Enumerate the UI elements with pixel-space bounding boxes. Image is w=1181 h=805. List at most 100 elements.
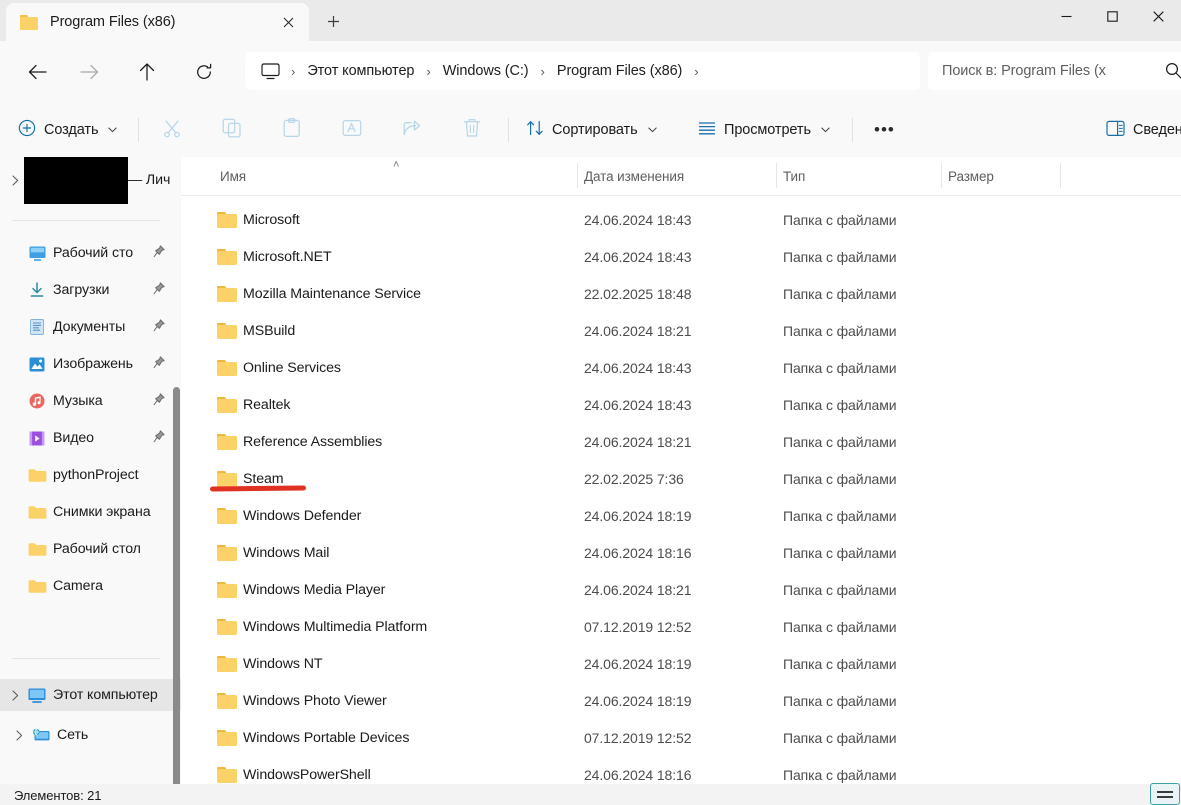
breadcrumb-separator-2[interactable]: ›: [532, 64, 554, 79]
details-view-toggle[interactable]: [1150, 783, 1180, 805]
breadcrumb-program-files-x86[interactable]: Program Files (x86): [554, 63, 685, 79]
column-divider-4[interactable]: [1060, 163, 1061, 188]
minimize-button[interactable]: [1043, 0, 1089, 32]
monitor-icon[interactable]: [261, 62, 280, 80]
cell-date: 24.06.2024 18:19: [584, 507, 692, 524]
sort-button[interactable]: Сортировать: [518, 114, 665, 146]
table-row[interactable]: Windows Media Player 24.06.2024 18:21 Па…: [181, 571, 1181, 608]
pin-icon[interactable]: [153, 245, 165, 263]
search-input[interactable]: Поиск в: Program Files (x: [942, 63, 1140, 79]
table-row[interactable]: Windows Multimedia Platform 07.12.2019 1…: [181, 608, 1181, 645]
browser-tab-program-files[interactable]: Program Files (x86): [6, 3, 309, 41]
cell-type: Папка с файлами: [783, 544, 897, 561]
table-row[interactable]: Mozilla Maintenance Service 22.02.2025 1…: [181, 275, 1181, 312]
cell-date: 24.06.2024 18:43: [584, 211, 692, 228]
cell-name: Microsoft.NET: [243, 248, 332, 265]
folder-icon: [217, 359, 237, 376]
table-row[interactable]: Windows Defender 24.06.2024 18:19 Папка …: [181, 497, 1181, 534]
sidebar-item-documents[interactable]: Документы: [4, 311, 174, 343]
cell-type: Папка с файлами: [783, 322, 897, 339]
chevron-down-icon[interactable]: [821, 125, 830, 135]
pin-icon[interactable]: [153, 319, 165, 337]
copy-button: [214, 114, 250, 146]
sidebar-item-this-pc[interactable]: Этот компьютер: [0, 679, 181, 711]
sidebar-item-downloads[interactable]: Загрузки: [4, 274, 174, 306]
chevron-down-icon[interactable]: [647, 125, 657, 135]
refresh-button[interactable]: [185, 53, 223, 91]
up-button[interactable]: [128, 53, 166, 91]
sidebar-item-camera[interactable]: Camera: [4, 570, 174, 602]
column-header-name[interactable]: Имя: [220, 157, 246, 195]
breadcrumb-separator-3[interactable]: ›: [685, 64, 707, 79]
search-box[interactable]: Поиск в: Program Files (x: [928, 52, 1181, 90]
folder-icon: [217, 470, 237, 487]
toolbar-separator-3: [852, 118, 853, 142]
cell-name: Steam: [243, 470, 284, 487]
sidebar-item-music[interactable]: Музыка: [4, 385, 174, 417]
column-header-type[interactable]: Тип: [783, 157, 805, 195]
more-options-button[interactable]: •••: [866, 114, 903, 146]
column-header-date[interactable]: Дата изменения: [584, 157, 684, 195]
breadcrumb-separator-1[interactable]: ›: [417, 64, 439, 79]
search-icon[interactable]: [1165, 62, 1181, 84]
folder-icon: [217, 396, 237, 413]
view-list-icon: [698, 119, 716, 141]
chevron-right-icon[interactable]: [8, 729, 30, 741]
pin-icon[interactable]: [153, 356, 165, 374]
pin-icon[interactable]: [153, 282, 165, 300]
table-row[interactable]: Realtek 24.06.2024 18:43 Папка с файлами: [181, 386, 1181, 423]
folder-icon: [217, 766, 237, 783]
sidebar-item-network[interactable]: Сеть: [4, 719, 174, 751]
table-row[interactable]: Windows Mail 24.06.2024 18:16 Папка с фа…: [181, 534, 1181, 571]
table-row[interactable]: Microsoft 24.06.2024 18:43 Папка с файла…: [181, 201, 1181, 238]
toolbar-separator-1: [138, 118, 139, 142]
chevron-down-icon[interactable]: [108, 125, 118, 135]
sidebar-scrollbar[interactable]: [173, 387, 180, 803]
sidebar-item-pythonproject[interactable]: pythonProject: [4, 459, 174, 491]
details-pane-button[interactable]: Сведения: [1098, 114, 1181, 146]
table-row[interactable]: Windows NT 24.06.2024 18:19 Папка с файл…: [181, 645, 1181, 682]
close-window-button[interactable]: [1135, 0, 1181, 32]
table-row[interactable]: Microsoft.NET 24.06.2024 18:43 Папка с ф…: [181, 238, 1181, 275]
new-button[interactable]: Создать: [10, 114, 125, 146]
close-tab-icon[interactable]: [278, 12, 299, 33]
toolbar-separator-2: [508, 118, 509, 142]
column-divider-2[interactable]: [776, 163, 777, 188]
cell-type: Папка с файлами: [783, 359, 897, 376]
table-row[interactable]: Steam 22.02.2025 7:36 Папка с файлами: [181, 460, 1181, 497]
table-row[interactable]: Online Services 24.06.2024 18:43 Папка с…: [181, 349, 1181, 386]
column-divider-1[interactable]: [577, 163, 578, 188]
chevron-right-icon[interactable]: [4, 174, 26, 186]
back-button[interactable]: [18, 53, 56, 91]
table-row[interactable]: Windows Photo Viewer 24.06.2024 18:19 Па…: [181, 682, 1181, 719]
maximize-button[interactable]: [1089, 0, 1135, 32]
cell-type: Папка с файлами: [783, 211, 897, 228]
sidebar-item-desktop-folder[interactable]: Рабочий стол: [4, 533, 174, 565]
sidebar-item-pictures[interactable]: Изображень: [4, 348, 174, 380]
cell-type: Папка с файлами: [783, 285, 897, 302]
folder-icon: [217, 581, 237, 598]
address-bar[interactable]: › Этот компьютер › Windows (C:) › Progra…: [245, 52, 920, 90]
scissors-icon: [162, 118, 182, 142]
table-row[interactable]: Windows Portable Devices 07.12.2019 12:5…: [181, 719, 1181, 756]
column-divider-3[interactable]: [941, 163, 942, 188]
trash-icon: [462, 118, 482, 142]
breadcrumb-separator-0[interactable]: ›: [282, 64, 304, 79]
cell-type: Папка с файлами: [783, 581, 897, 598]
sidebar-item-screenshots[interactable]: Снимки экрана: [4, 496, 174, 528]
chevron-right-icon[interactable]: [4, 689, 26, 701]
paste-button: [274, 114, 310, 146]
breadcrumb-windows-c[interactable]: Windows (C:): [440, 63, 532, 79]
cell-date: 22.02.2025 18:48: [584, 285, 692, 302]
column-header-size[interactable]: Размер: [948, 157, 994, 195]
table-row[interactable]: Reference Assemblies 24.06.2024 18:21 Па…: [181, 423, 1181, 460]
pin-icon[interactable]: [153, 393, 165, 411]
new-tab-button[interactable]: [317, 5, 350, 38]
sidebar-label: Загрузки: [53, 282, 110, 298]
table-row[interactable]: MSBuild 24.06.2024 18:21 Папка с файлами: [181, 312, 1181, 349]
sidebar-item-desktop[interactable]: Рабочий сто: [4, 237, 174, 269]
breadcrumb-this-pc[interactable]: Этот компьютер: [304, 63, 417, 79]
sidebar-item-videos[interactable]: Видео: [4, 422, 174, 454]
pin-icon[interactable]: [153, 430, 165, 448]
view-button[interactable]: Просмотреть: [690, 114, 838, 146]
